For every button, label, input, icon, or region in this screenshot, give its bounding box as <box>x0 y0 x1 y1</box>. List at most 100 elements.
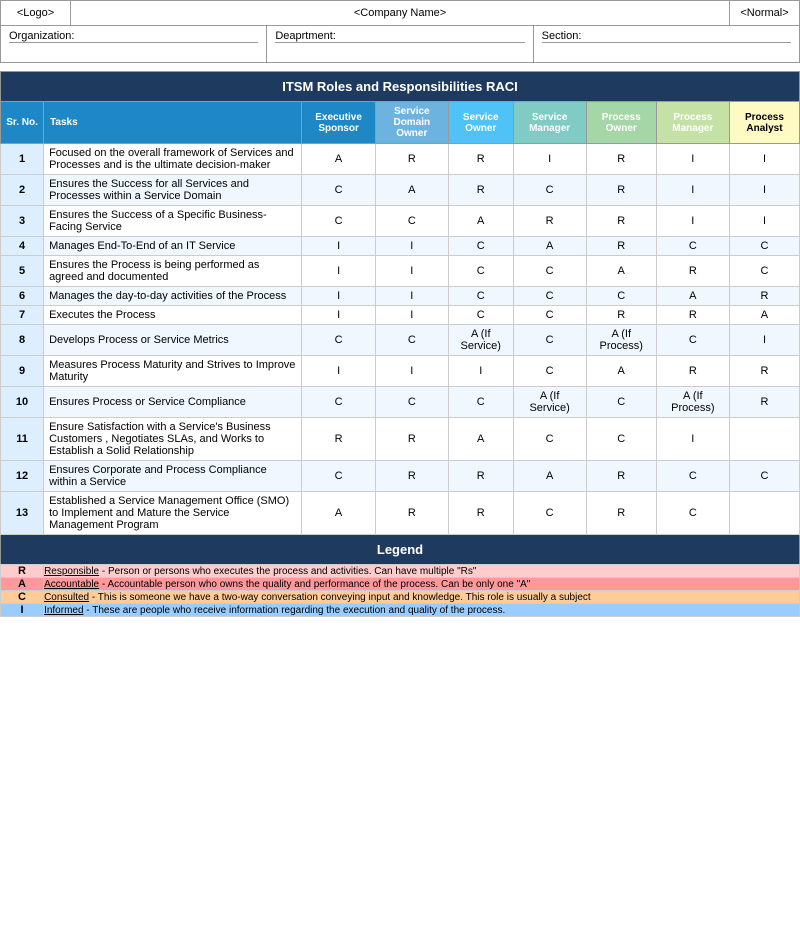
raci-cell-pa <box>729 418 799 461</box>
legend-a-text: Accountable - Accountable person who own… <box>44 578 800 591</box>
company-name: <Company Name> <box>71 1 729 25</box>
raci-cell-sm: A <box>513 461 586 492</box>
section-cell: Section: <box>534 26 799 62</box>
table-row: 4Manages End-To-End of an IT ServiceIICA… <box>1 237 800 256</box>
header-row: Sr. No. Tasks Executive Sponsor Service … <box>1 102 800 144</box>
col-po: Process Owner <box>586 102 656 144</box>
raci-cell-so: I <box>448 356 513 387</box>
legend-c-text: Consulted - This is someone we have a tw… <box>44 591 800 604</box>
table-row: 8Develops Process or Service MetricsCCA … <box>1 325 800 356</box>
org-value[interactable] <box>9 42 258 58</box>
raci-cell-so: R <box>448 175 513 206</box>
sr-cell: 13 <box>1 492 44 535</box>
col-so: Service Owner <box>448 102 513 144</box>
raci-cell-sdo: I <box>375 237 448 256</box>
task-cell: Measures Process Maturity and Strives to… <box>44 356 302 387</box>
raci-cell-pm: I <box>656 206 729 237</box>
task-cell: Manages the day-to-day activities of the… <box>44 287 302 306</box>
raci-cell-so: C <box>448 237 513 256</box>
raci-cell-es: I <box>302 237 375 256</box>
legend-r-label: Responsible <box>44 566 99 577</box>
task-cell: Manages End-To-End of an IT Service <box>44 237 302 256</box>
raci-cell-sm: C <box>513 356 586 387</box>
raci-cell-po: C <box>586 418 656 461</box>
task-cell: Established a Service Management Office … <box>44 492 302 535</box>
sr-cell: 8 <box>1 325 44 356</box>
raci-cell-sm: A <box>513 237 586 256</box>
sr-cell: 4 <box>1 237 44 256</box>
sr-cell: 7 <box>1 306 44 325</box>
raci-cell-sdo: C <box>375 206 448 237</box>
raci-cell-pa: I <box>729 206 799 237</box>
raci-cell-sdo: R <box>375 461 448 492</box>
legend-title-row: Legend <box>1 535 800 565</box>
raci-cell-sm: R <box>513 206 586 237</box>
raci-cell-pa <box>729 492 799 535</box>
raci-cell-pm: I <box>656 175 729 206</box>
task-cell: Ensures Process or Service Compliance <box>44 387 302 418</box>
raci-cell-pa: R <box>729 287 799 306</box>
dept-value[interactable] <box>275 42 524 58</box>
raci-cell-sm: C <box>513 256 586 287</box>
raci-cell-pa: C <box>729 237 799 256</box>
section-value[interactable] <box>542 42 791 58</box>
dept-label: Deaprtment: <box>275 30 336 42</box>
raci-cell-pa: R <box>729 387 799 418</box>
raci-cell-sm: A (If Service) <box>513 387 586 418</box>
col-exec-sponsor: Executive Sponsor <box>302 102 375 144</box>
raci-cell-so: R <box>448 144 513 175</box>
dept-cell: Deaprtment: <box>267 26 533 62</box>
raci-cell-pa: R <box>729 356 799 387</box>
raci-cell-pm: R <box>656 306 729 325</box>
logo: <Logo> <box>1 1 71 25</box>
sr-cell: 2 <box>1 175 44 206</box>
sr-cell: 10 <box>1 387 44 418</box>
task-cell: Develops Process or Service Metrics <box>44 325 302 356</box>
table-row: 7Executes the ProcessIICCRRA <box>1 306 800 325</box>
raci-cell-pa: I <box>729 144 799 175</box>
raci-cell-sdo: I <box>375 306 448 325</box>
raci-cell-so: A <box>448 418 513 461</box>
col-sdo: Service Domain Owner <box>375 102 448 144</box>
raci-cell-es: C <box>302 387 375 418</box>
raci-cell-sm: C <box>513 306 586 325</box>
raci-cell-so: C <box>448 306 513 325</box>
legend-a-letter: A <box>1 578 44 591</box>
table-row: 13Established a Service Management Offic… <box>1 492 800 535</box>
org-cell: Organization: <box>1 26 267 62</box>
raci-cell-po: A <box>586 256 656 287</box>
raci-table: ITSM Roles and Responsibilities RACI Sr.… <box>0 71 800 617</box>
raci-cell-po: A (If Process) <box>586 325 656 356</box>
task-cell: Ensures the Process is being performed a… <box>44 256 302 287</box>
raci-cell-pa: I <box>729 175 799 206</box>
raci-cell-es: C <box>302 461 375 492</box>
raci-cell-so: A <box>448 206 513 237</box>
raci-cell-so: C <box>448 256 513 287</box>
raci-cell-es: I <box>302 256 375 287</box>
raci-cell-pa: I <box>729 325 799 356</box>
legend-c-label: Consulted <box>44 592 89 603</box>
legend-i-label: Informed <box>44 605 83 616</box>
raci-cell-sm: C <box>513 175 586 206</box>
raci-cell-pm: C <box>656 461 729 492</box>
task-cell: Focused on the overall framework of Serv… <box>44 144 302 175</box>
raci-cell-so: R <box>448 492 513 535</box>
raci-cell-pa: C <box>729 461 799 492</box>
legend-c-row: C Consulted - This is someone we have a … <box>1 591 800 604</box>
raci-cell-pm: I <box>656 418 729 461</box>
raci-cell-es: A <box>302 492 375 535</box>
legend-r-row: R Responsible - Person or persons who ex… <box>1 565 800 578</box>
raci-cell-po: C <box>586 387 656 418</box>
col-pm: Process Manager <box>656 102 729 144</box>
raci-cell-so: C <box>448 287 513 306</box>
legend-i-letter: I <box>1 604 44 617</box>
sr-cell: 9 <box>1 356 44 387</box>
raci-cell-es: I <box>302 287 375 306</box>
raci-cell-sm: I <box>513 144 586 175</box>
raci-cell-so: C <box>448 387 513 418</box>
raci-cell-sdo: I <box>375 356 448 387</box>
col-sm: Service Manager <box>513 102 586 144</box>
raci-cell-pm: C <box>656 237 729 256</box>
raci-cell-es: I <box>302 306 375 325</box>
raci-cell-sm: C <box>513 287 586 306</box>
